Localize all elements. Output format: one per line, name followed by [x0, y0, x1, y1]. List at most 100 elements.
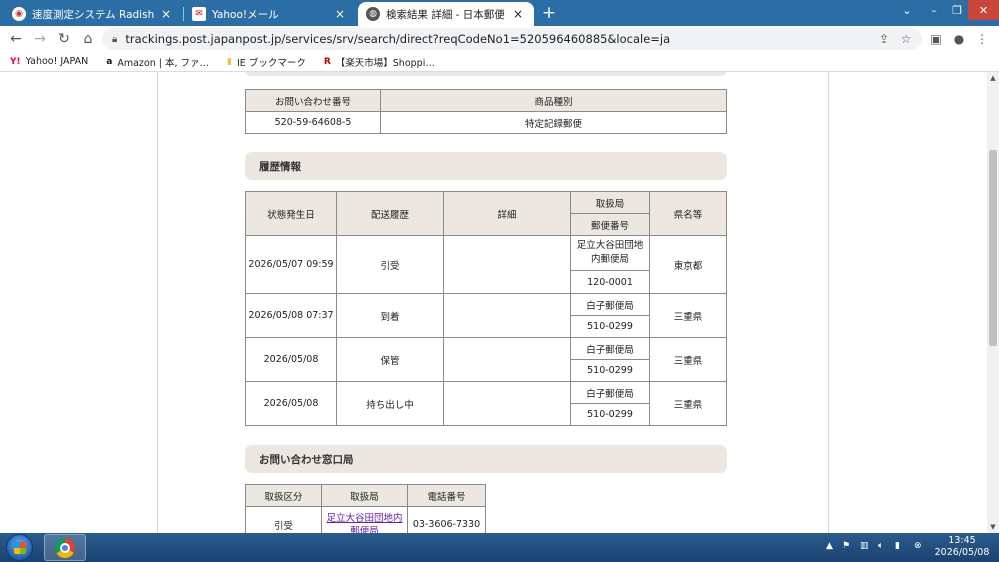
disabled-circle-icon[interactable]: ⊗: [914, 541, 922, 551]
history-table: 状態発生日 配送履歴 詳細 取扱局 県名等 郵便番号 2026/05/07 09…: [245, 191, 727, 426]
reload-icon[interactable]: ↻: [54, 29, 74, 49]
page-viewport: お問い合わせ番号 商品種別 520-59-64608-5 特定記録郵便 履歴情報…: [0, 72, 987, 533]
windows-logo-icon: [14, 542, 26, 554]
row-office: 白子郵便局: [570, 293, 650, 316]
contact-phone: 03-3606-7330: [407, 506, 486, 533]
row-office: 白子郵便局: [570, 337, 650, 360]
table-row: 2026/05/07 09:59 引受 足立大谷田団地内郵便局 東京都: [245, 235, 727, 294]
header-date: 状態発生日: [245, 191, 337, 236]
bookmark-rakuten[interactable]: R 【楽天市場】Shoppi…: [324, 55, 435, 69]
scrollbar-thumb[interactable]: [989, 150, 997, 346]
close-tab-icon[interactable]: ×: [158, 7, 174, 21]
contact-type: 引受: [245, 506, 322, 533]
header-inquiry-number: お問い合わせ番号: [245, 89, 381, 112]
row-status: 持ち出し中: [336, 381, 444, 426]
header-postal-code: 郵便番号: [570, 213, 650, 236]
row-status: 引受: [336, 235, 444, 294]
globe-favicon-icon: ◍: [366, 7, 380, 21]
row-prefecture: 東京都: [649, 235, 727, 294]
clock-date: 2026/05/08: [934, 547, 990, 558]
header-office: 取扱局: [570, 191, 650, 214]
tab-title: Yahoo!メール: [212, 8, 279, 21]
close-tab-icon[interactable]: ×: [332, 7, 348, 21]
menu-kebab-icon[interactable]: ⋮: [973, 29, 991, 49]
row-detail: [443, 381, 571, 426]
address-bar[interactable]: 🔒︎ trackings.post.japanpost.jp/services/…: [102, 28, 922, 50]
new-tab-button[interactable]: +: [538, 2, 560, 24]
item-type: 特定記録郵便: [380, 111, 727, 134]
row-detail: [443, 235, 571, 294]
section-header-cutoff: [245, 72, 727, 76]
row-detail: [443, 293, 571, 338]
bookmark-label: Yahoo! JAPAN: [25, 56, 89, 67]
history-section-title: 履歴情報: [245, 152, 727, 180]
tray-expand-icon[interactable]: ▲: [826, 541, 833, 551]
contact-office-link[interactable]: 足立大谷田団地内郵便局: [326, 513, 402, 534]
back-arrow-icon[interactable]: ←: [6, 29, 26, 49]
header-detail: 詳細: [443, 191, 571, 236]
action-center-flag-icon[interactable]: ⚑: [842, 541, 850, 551]
yahoo-logo-icon: Y!: [10, 56, 21, 67]
contact-office-cell: 足立大谷田団地内郵便局: [321, 506, 408, 534]
home-icon[interactable]: ⌂: [78, 29, 98, 49]
row-prefecture: 三重県: [649, 293, 727, 338]
contact-section-title: お問い合わせ窓口局: [245, 445, 727, 473]
bookmark-yahoo[interactable]: Y! Yahoo! JAPAN: [10, 56, 88, 67]
tab-yahoo-mail[interactable]: ✉ Yahoo!メール ×: [184, 2, 356, 26]
row-date: 2026/05/07 09:59: [245, 235, 337, 294]
close-tab-icon[interactable]: ×: [510, 7, 526, 21]
network-icon[interactable]: ▥: [860, 541, 869, 551]
tab-japanpost[interactable]: ◍ 検索結果 詳細 - 日本郵便 ×: [358, 2, 534, 26]
table-row: 2026/05/08 07:37 到着 白子郵便局 三重県: [245, 293, 727, 338]
header-prefecture: 県名等: [649, 191, 727, 236]
row-prefecture: 三重県: [649, 337, 727, 382]
bookmark-amazon[interactable]: a Amazon | 本, ファ…: [106, 55, 209, 69]
browser-toolbar: ← → ↻ ⌂ 🔒︎ trackings.post.japanpost.jp/s…: [0, 26, 999, 52]
summary-table: お問い合わせ番号 商品種別 520-59-64608-5 特定記録郵便: [245, 89, 727, 134]
bookmarks-bar: Y! Yahoo! JAPAN a Amazon | 本, ファ… ▮ IE ブ…: [0, 52, 999, 72]
taskbar-clock[interactable]: 13:45 2026/05/08: [932, 535, 992, 559]
tab-search-chevron-icon[interactable]: ⌄: [896, 0, 918, 20]
contact-table: 取扱区分 取扱局 電話番号 引受 足立大谷田団地内郵便局 03-3606-733…: [245, 484, 486, 533]
bookmark-folder-ie[interactable]: ▮ IE ブックマーク: [227, 55, 306, 69]
row-status: 到着: [336, 293, 444, 338]
header-status: 配送履歴: [336, 191, 444, 236]
row-postal-code: 510-0299: [570, 315, 650, 338]
tab-radish[interactable]: ◉ 速度測定システム Radish Netwo ×: [4, 2, 182, 26]
vertical-scrollbar[interactable]: ▲ ▼: [987, 72, 999, 533]
lock-icon[interactable]: 🔒︎: [112, 34, 117, 45]
rakuten-logo-icon: R: [323, 56, 331, 67]
signal-icon[interactable]: ▮: [895, 541, 900, 551]
scroll-down-icon[interactable]: ▼: [987, 521, 999, 533]
row-status: 保管: [336, 337, 444, 382]
clock-time: 13:45: [948, 535, 976, 546]
minimize-button[interactable]: –: [922, 0, 946, 20]
taskbar-chrome-button[interactable]: [44, 534, 86, 561]
header-handling-office: 取扱局: [321, 484, 408, 507]
inquiry-number: 520-59-64608-5: [245, 111, 381, 134]
tab-title: 検索結果 詳細 - 日本郵便: [386, 8, 505, 21]
row-office: 白子郵便局: [570, 381, 650, 404]
url-text[interactable]: trackings.post.japanpost.jp/services/srv…: [125, 32, 670, 46]
row-postal-code: 510-0299: [570, 403, 650, 426]
profile-avatar-icon[interactable]: ●: [950, 29, 968, 49]
maximize-button[interactable]: ❐: [946, 0, 968, 20]
forward-arrow-icon[interactable]: →: [30, 29, 50, 49]
folder-icon: ▮: [227, 56, 232, 67]
header-handling-type: 取扱区分: [245, 484, 322, 507]
close-window-button[interactable]: ✕: [968, 0, 999, 20]
side-panel-icon[interactable]: ▣: [927, 29, 945, 49]
row-date: 2026/05/08: [245, 337, 337, 382]
bookmark-label: IE ブックマーク: [237, 57, 306, 69]
scroll-up-icon[interactable]: ▲: [987, 72, 999, 84]
bookmark-label: Amazon | 本, ファ…: [117, 57, 210, 69]
share-icon[interactable]: ⇪: [875, 29, 893, 49]
start-button[interactable]: [6, 534, 33, 561]
table-row: 2026/05/08 保管 白子郵便局 三重県: [245, 337, 727, 382]
table-row: 2026/05/08 持ち出し中 白子郵便局 三重県: [245, 381, 727, 426]
volume-icon[interactable]: 🔈︎: [878, 541, 883, 551]
row-postal-code: 510-0299: [570, 359, 650, 382]
bookmark-star-icon[interactable]: ☆: [897, 29, 915, 49]
tab-strip: ◉ 速度測定システム Radish Netwo × ✉ Yahoo!メール × …: [0, 0, 999, 26]
table-row: 引受 足立大谷田団地内郵便局 03-3606-7330: [245, 506, 486, 534]
